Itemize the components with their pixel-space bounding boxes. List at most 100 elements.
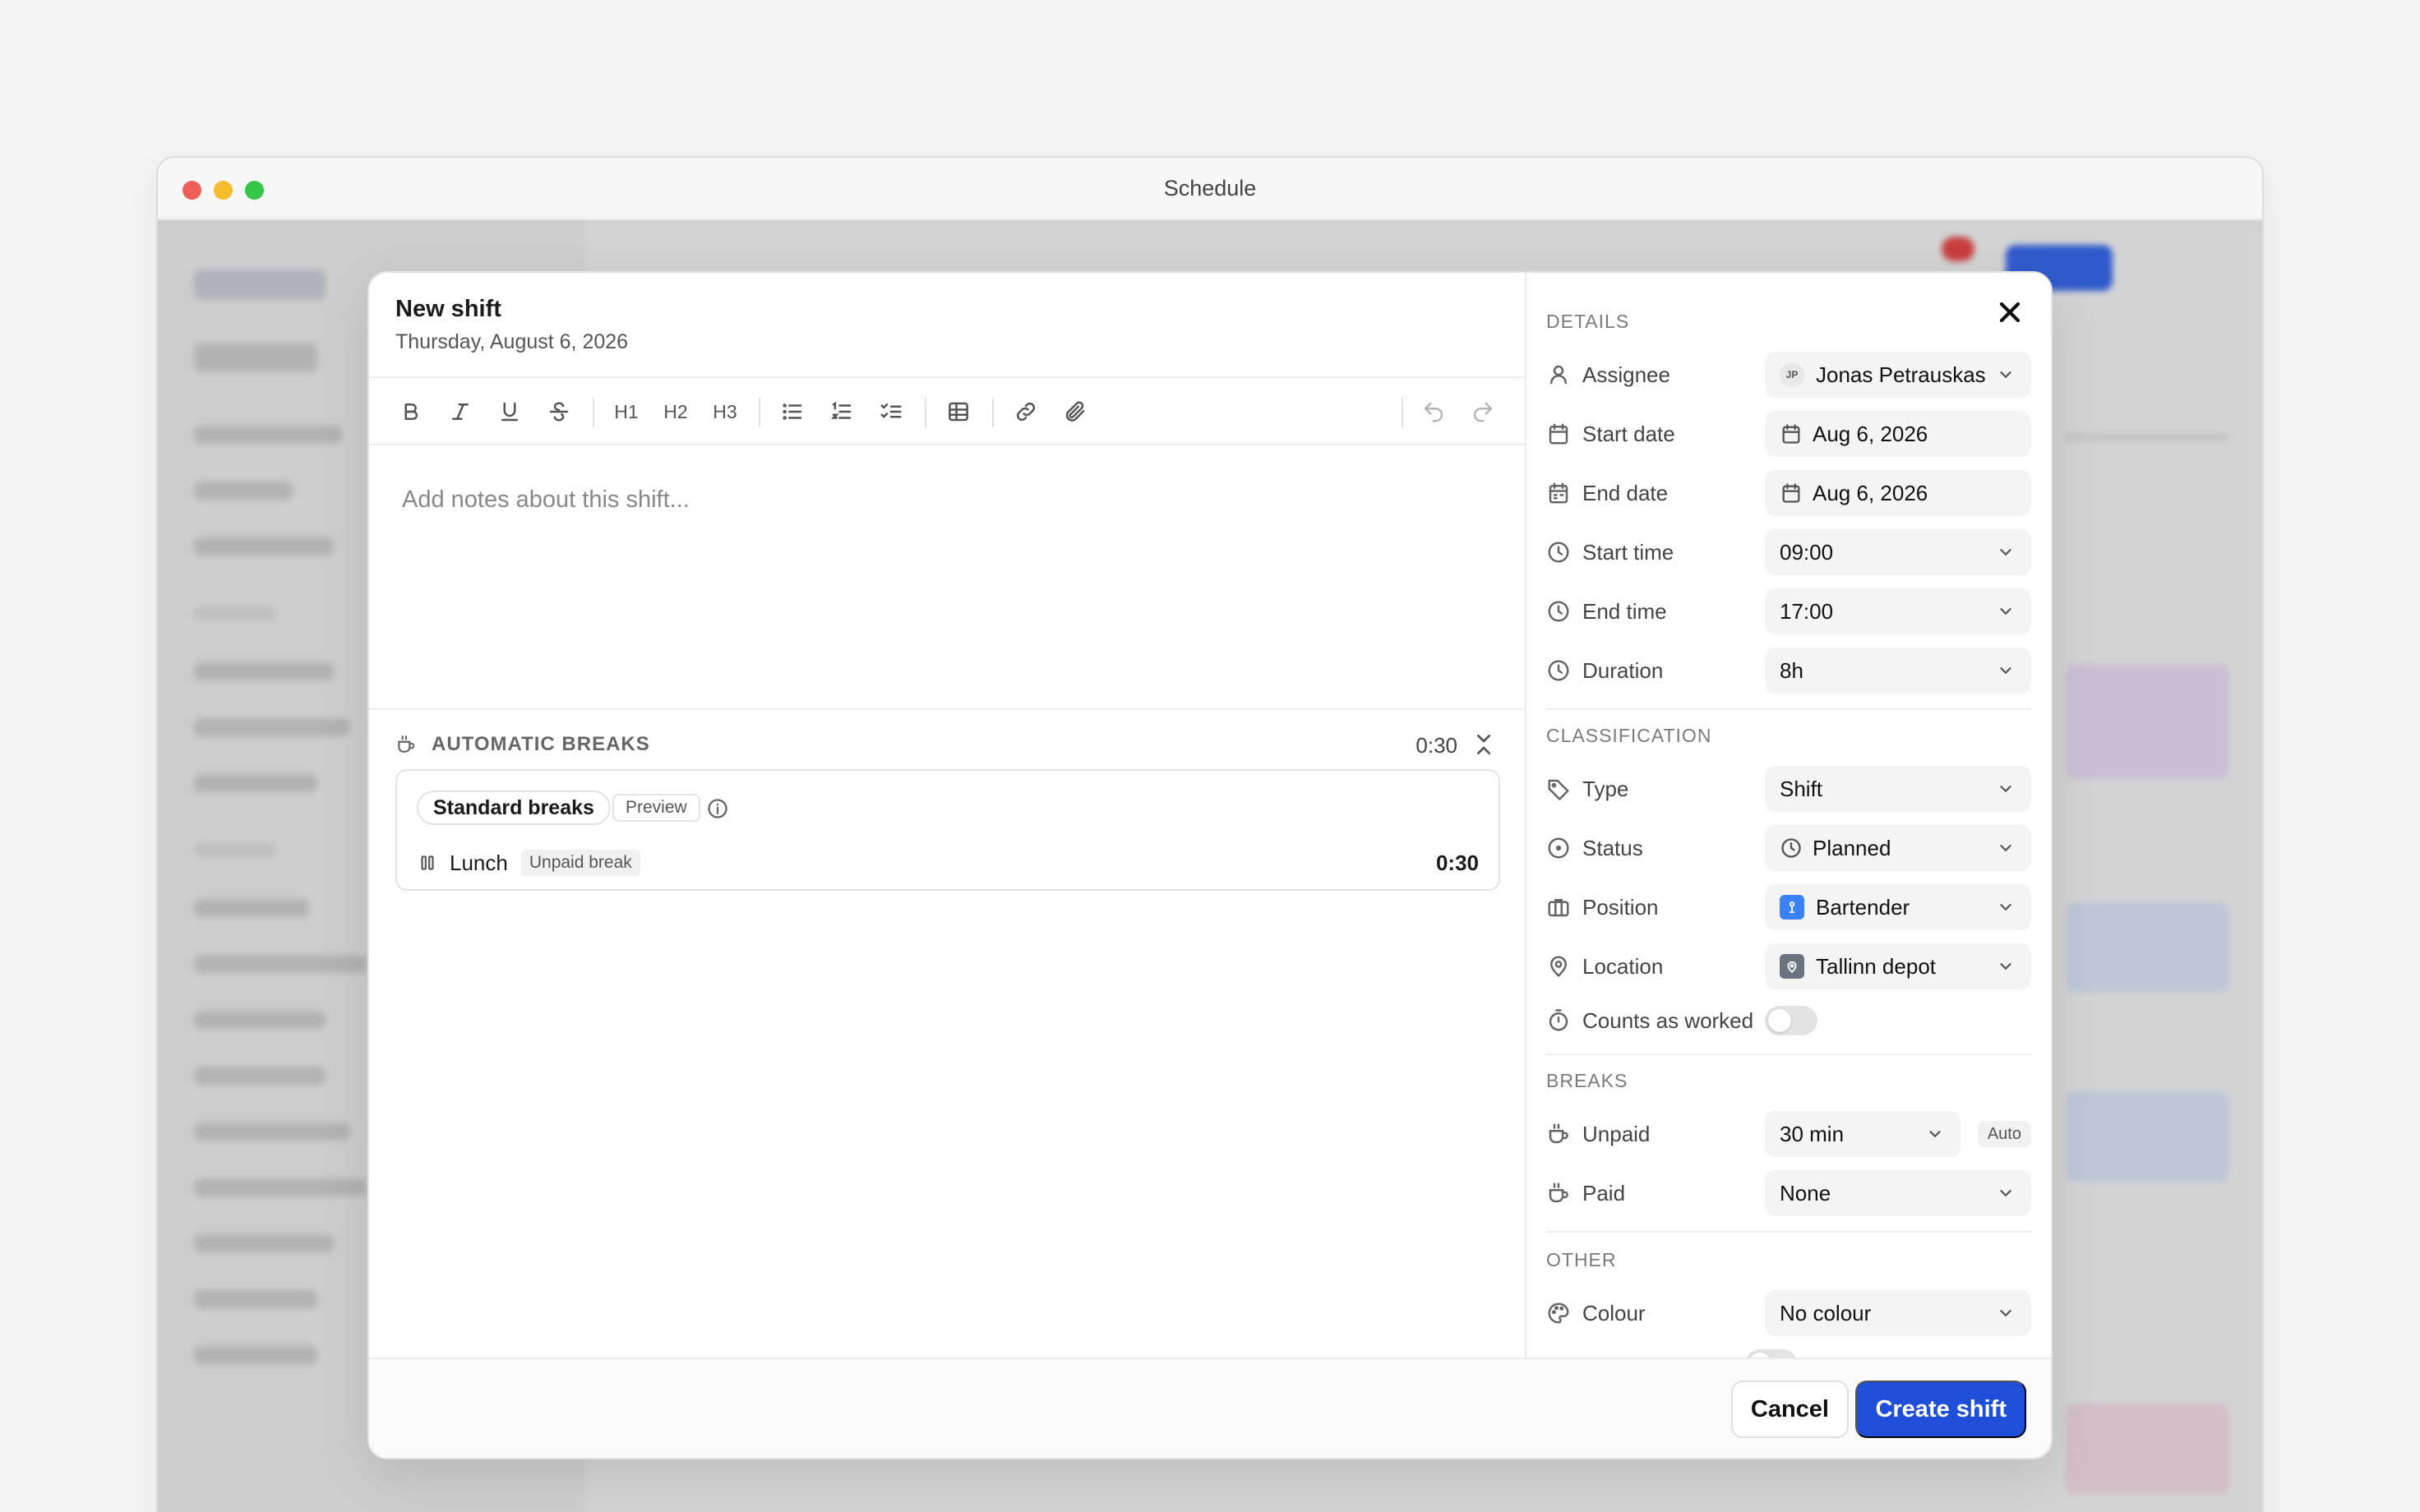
- undo-icon[interactable]: [1415, 393, 1452, 431]
- location-label: Location: [1582, 953, 1664, 979]
- new-shift-dialog: New shift Thursday, August 6, 2026 H1 H2…: [367, 271, 2053, 1459]
- type-label: Type: [1582, 776, 1629, 801]
- underline-icon[interactable]: [491, 393, 529, 431]
- calendar-icon: [1782, 483, 1800, 503]
- info-icon[interactable]: [706, 797, 729, 820]
- paid-break-row: Paid None: [1546, 1170, 2031, 1216]
- coffee-cup-icon: [398, 735, 415, 753]
- end-time-row: End time 17:00: [1546, 588, 2031, 634]
- briefcase-icon: [1548, 899, 1569, 917]
- counts-as-worked-label: Counts as worked: [1582, 1007, 1754, 1033]
- status-label: Status: [1582, 835, 1643, 860]
- classification-section-label: CLASSIFICATION: [1546, 725, 1712, 746]
- calendar-icon: [1549, 482, 1568, 504]
- attachment-icon[interactable]: [1056, 393, 1094, 431]
- end-date-row: End date Aug 6, 2026: [1546, 470, 2031, 516]
- end-time-select[interactable]: 17:00: [1765, 588, 2031, 634]
- table-icon[interactable]: [940, 393, 977, 431]
- checklist-icon[interactable]: [872, 393, 910, 431]
- palette-icon: [1548, 1302, 1569, 1324]
- end-date-label: End date: [1582, 480, 1669, 505]
- end-date-picker[interactable]: Aug 6, 2026: [1765, 470, 2031, 516]
- status-select[interactable]: Planned: [1765, 825, 2031, 871]
- bullet-list-icon[interactable]: [774, 393, 811, 431]
- minimize-window-button[interactable]: [214, 181, 233, 200]
- colour-select[interactable]: No colour: [1765, 1290, 2031, 1336]
- heading-3-button[interactable]: H3: [706, 393, 744, 431]
- status-value: Planned: [1813, 835, 1891, 860]
- pause-icon: [421, 855, 434, 870]
- bold-icon[interactable]: [392, 393, 430, 431]
- location-select[interactable]: Tallinn depot: [1765, 943, 2031, 989]
- other-section-label: OTHER: [1546, 1249, 1617, 1270]
- paid-break-select[interactable]: None: [1765, 1170, 2031, 1216]
- strikethrough-icon[interactable]: [540, 393, 578, 431]
- chevron-down-icon: [2000, 845, 2011, 851]
- zoom-window-button[interactable]: [245, 181, 264, 200]
- italic-icon[interactable]: [441, 393, 479, 431]
- numbered-list-icon[interactable]: [823, 393, 861, 431]
- assignee-select[interactable]: JP Jonas Petrauskas: [1765, 352, 2031, 398]
- unpaid-break-value: 30 min: [1780, 1121, 1845, 1146]
- break-rule-chip[interactable]: Standard breaks: [417, 791, 611, 825]
- automatic-breaks-title: AUTOMATIC BREAKS: [432, 733, 650, 755]
- toolbar-separator: [992, 398, 994, 427]
- editor-pane: New shift Thursday, August 6, 2026 H1 H2…: [369, 273, 1526, 1361]
- collapse-icon[interactable]: [1471, 731, 1497, 758]
- type-select[interactable]: Shift: [1765, 766, 2031, 812]
- heading-1-button[interactable]: H1: [607, 393, 645, 431]
- section-divider: [1546, 1053, 2031, 1055]
- position-select[interactable]: Bartender: [1765, 884, 2031, 930]
- window-controls: [182, 181, 264, 200]
- position-label: Position: [1582, 894, 1659, 920]
- calendar-icon: [1782, 424, 1800, 444]
- close-window-button[interactable]: [182, 181, 201, 200]
- toolbar-separator: [759, 398, 760, 427]
- redo-icon[interactable]: [1464, 393, 1502, 431]
- notes-editor[interactable]: Add notes about this shift...: [402, 486, 690, 514]
- colour-label: Colour: [1582, 1300, 1646, 1325]
- duration-row: Duration 8h: [1546, 648, 2031, 694]
- status-row: Status Planned: [1546, 825, 2031, 871]
- colour-row: Colour No colour: [1546, 1290, 2031, 1336]
- preview-badge: Preview: [612, 794, 700, 822]
- tag-icon: [1548, 779, 1569, 800]
- dialog-date: Thursday, August 6, 2026: [395, 330, 629, 353]
- counts-as-worked-toggle[interactable]: [1765, 1006, 1817, 1035]
- chevron-down-icon: [2000, 1310, 2011, 1316]
- cancel-button[interactable]: Cancel: [1730, 1381, 1849, 1438]
- start-time-value: 09:00: [1780, 539, 1834, 565]
- auto-badge[interactable]: Auto: [1977, 1121, 2031, 1147]
- link-icon[interactable]: [1007, 393, 1045, 431]
- duration-select[interactable]: 8h: [1765, 648, 2031, 694]
- create-shift-button[interactable]: Create shift: [1855, 1381, 2026, 1438]
- start-time-select[interactable]: 09:00: [1765, 529, 2031, 575]
- toolbar-separator: [593, 398, 594, 427]
- type-value: Shift: [1780, 776, 1823, 801]
- chevron-down-icon: [2000, 667, 2011, 674]
- user-icon: [1550, 365, 1567, 385]
- window-title: Schedule: [1163, 175, 1257, 201]
- break-item-row: Lunch Unpaid break 0:30: [417, 846, 1479, 879]
- chevron-down-icon: [2000, 1190, 2011, 1196]
- heading-2-button[interactable]: H2: [657, 393, 695, 431]
- paid-break-label: Paid: [1582, 1180, 1626, 1205]
- dialog-title: New shift: [395, 296, 501, 322]
- section-divider: [1546, 1231, 2031, 1233]
- chevron-down-icon: [2000, 904, 2011, 910]
- breaks-section-label: BREAKS: [1546, 1070, 1628, 1091]
- assignee-value: Jonas Petrauskas: [1816, 362, 1986, 387]
- close-icon[interactable]: [1993, 296, 2026, 329]
- start-time-label: Start time: [1582, 539, 1674, 565]
- start-date-picker[interactable]: Aug 6, 2026: [1765, 411, 2031, 457]
- end-time-label: End time: [1582, 598, 1667, 624]
- coffee-cup-icon: [1549, 1123, 1568, 1144]
- section-divider: [1546, 708, 2031, 710]
- type-row: Type Shift: [1546, 766, 2031, 812]
- unpaid-break-select[interactable]: 30 min: [1765, 1111, 1960, 1157]
- chevron-down-icon: [2000, 786, 2011, 792]
- avatar: JP: [1780, 362, 1804, 387]
- map-pin-icon: [1549, 956, 1568, 977]
- start-time-row: Start time 09:00: [1546, 529, 2031, 575]
- location-row: Location Tallinn depot: [1546, 943, 2031, 989]
